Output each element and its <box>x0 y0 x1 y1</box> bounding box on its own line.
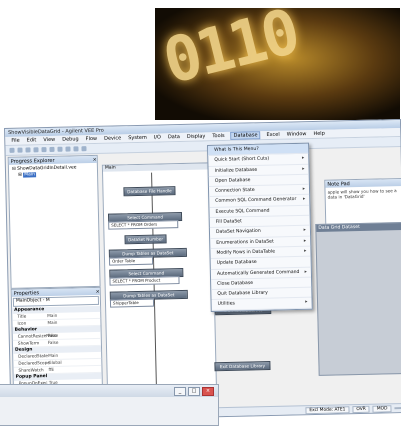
data-grid-title: Data Grid Dataset <box>316 222 401 232</box>
stop-icon[interactable] <box>81 146 87 152</box>
property-key: Title <box>17 313 27 319</box>
menu-io[interactable]: I/O <box>154 134 161 140</box>
menu-system[interactable]: System <box>128 135 147 141</box>
property-key: DeclaredScope <box>18 360 50 366</box>
status-cell <box>394 407 401 410</box>
property-value[interactable]: False <box>48 332 101 339</box>
menu-excel[interactable]: Excel <box>266 132 279 138</box>
copy-icon[interactable] <box>49 146 55 152</box>
dialog-titlebar: _ □ × <box>0 385 218 397</box>
properties-title: Properties <box>13 289 40 297</box>
menu-item[interactable]: Utilities <box>211 298 312 311</box>
sql-field[interactable]: SELECT * FROM Orders <box>108 220 179 230</box>
close-button[interactable]: × <box>202 386 214 396</box>
vee-pro-window: ShowVisibleDataGrid - Agilent VEE Pro Fi… <box>4 118 401 422</box>
data-grid-panel: Data Grid Dataset <box>315 221 401 376</box>
menu-device[interactable]: Device <box>104 135 121 141</box>
property-value[interactable]: Main <box>48 352 101 359</box>
property-value[interactable]: ffE <box>48 366 101 373</box>
new-icon[interactable] <box>9 147 15 153</box>
property-value[interactable]: Main <box>47 319 100 326</box>
status-cell: Excl Mode: ATE1 <box>305 405 350 414</box>
menu-flow[interactable]: Flow <box>86 136 98 142</box>
database-menu: What Is This Menu? Quick Start (Short Cut… <box>207 142 313 312</box>
maximize-button[interactable]: □ <box>188 386 200 396</box>
open-icon[interactable] <box>17 147 23 153</box>
property-key: Icon <box>17 320 27 326</box>
run-icon[interactable] <box>65 146 71 152</box>
property-key: ShareWatch <box>18 367 44 373</box>
property-key: ShowTerm <box>17 340 40 346</box>
status-cell: MOD <box>372 404 392 413</box>
main-canvas[interactable]: Main Database File Handle Select Command… <box>101 162 218 418</box>
print-icon[interactable] <box>33 147 39 153</box>
property-key: CannotResizeFalse <box>17 332 57 339</box>
menu-data[interactable]: Data <box>168 134 180 140</box>
table-field[interactable]: Order Table <box>108 256 154 266</box>
save-icon[interactable] <box>25 147 31 153</box>
binary-digits-photo: 0110 <box>155 8 400 120</box>
menu-tools[interactable]: Tools <box>212 133 224 139</box>
paste-icon[interactable] <box>57 146 63 152</box>
note-pad-title: Note Pad <box>327 180 350 188</box>
menu-debug[interactable]: Debug <box>62 136 79 142</box>
menu-database[interactable]: Database <box>230 131 261 140</box>
menu-window[interactable]: Window <box>287 131 307 137</box>
progress-explorer-panel: Progress Explorer × ⊟ ShowDataGridInDeta… <box>7 154 101 289</box>
flow-node[interactable]: Exit Database Library <box>214 361 271 372</box>
menu-help[interactable]: Help <box>313 131 325 137</box>
close-icon[interactable]: × <box>92 156 96 162</box>
flow-node[interactable]: DataSet Number <box>124 234 167 245</box>
sql-field[interactable]: SELECT * FROM Product <box>109 276 180 286</box>
canvas-title: Main <box>102 163 211 172</box>
flow-node[interactable]: Database File Handle <box>123 186 176 197</box>
note-pad-text[interactable]: apple will show you how to see a data in… <box>325 186 401 202</box>
foreground-dialog: _ □ × <box>0 384 219 426</box>
property-value[interactable]: False <box>48 339 101 346</box>
menu-view[interactable]: View <box>43 137 55 143</box>
cut-icon[interactable] <box>41 147 47 153</box>
close-icon[interactable]: × <box>95 288 99 294</box>
pause-icon[interactable] <box>73 146 79 152</box>
menu-edit[interactable]: Edit <box>27 137 37 143</box>
menu-display[interactable]: Display <box>187 133 206 139</box>
status-cell: OVR <box>352 405 370 413</box>
tree-item-main[interactable]: ⊞ Main <box>12 171 94 179</box>
menu-file[interactable]: File <box>11 138 20 144</box>
table-field[interactable]: ShipperTable <box>109 298 155 308</box>
property-value[interactable]: Main <box>47 312 100 319</box>
minimize-button[interactable]: _ <box>174 386 186 396</box>
progress-explorer-title: Progress Explorer <box>10 157 55 165</box>
property-value[interactable]: Global <box>48 359 101 366</box>
property-key: DeclaredState <box>18 353 49 359</box>
